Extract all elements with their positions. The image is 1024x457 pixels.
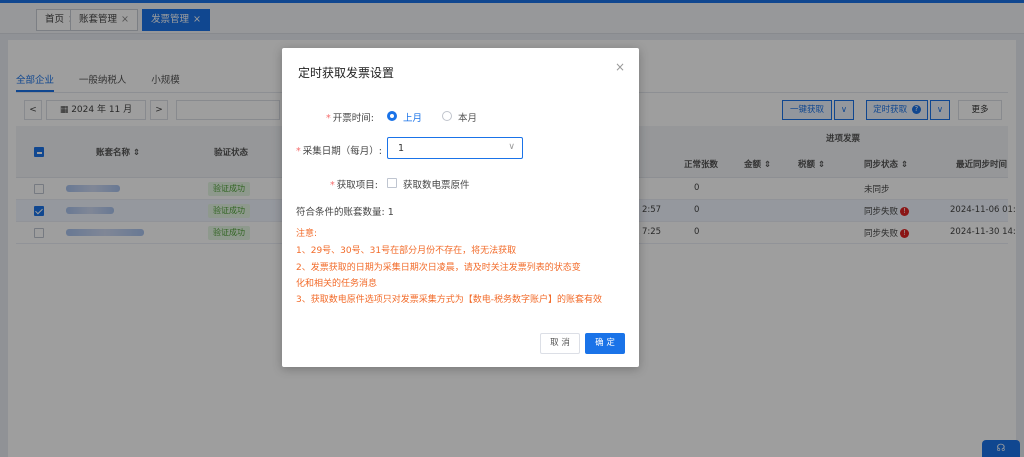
fetch-item-label: * 获取项目: [330, 180, 378, 191]
note-line: 化和相关的任务消息 [296, 279, 378, 289]
note-line: 3、获取数电原件选项只对发票采集方式为【数电-税务数字账户】的账套有效 [296, 295, 602, 305]
cancel-button[interactable]: 取 消 [540, 333, 580, 354]
scheduled-fetch-dialog: 定时获取发票设置 × * 开票时间: 上月 本月 * 采集日期（每月）: 1 ∨ *… [282, 48, 639, 367]
radio-this-month[interactable] [442, 111, 452, 121]
confirm-button[interactable]: 确 定 [585, 333, 625, 354]
invoice-time-label: * 开票时间: [326, 113, 374, 124]
close-icon[interactable]: × [615, 60, 625, 74]
note-line: 1、29号、30号、31号在部分月份不存在，将无法获取 [296, 246, 517, 256]
radio-last-month[interactable] [387, 111, 397, 121]
fetch-original-checkbox[interactable] [387, 178, 397, 188]
fetch-original-label[interactable]: 获取数电票原件 [403, 177, 470, 191]
collect-day-select[interactable]: 1 ∨ [387, 137, 523, 159]
note-title: 注意: [296, 229, 318, 239]
radio-last-month-label[interactable]: 上月 [403, 110, 422, 124]
collect-day-label: * 采集日期（每月）: [296, 146, 382, 157]
radio-this-month-label[interactable]: 本月 [458, 110, 477, 124]
chevron-down-icon: ∨ [508, 142, 515, 152]
note-line: 2、发票获取的日期为采集日期次日凌晨，请及时关注发票列表的状态变 [296, 263, 581, 273]
matched-count: 符合条件的账套数量: 1 [296, 207, 394, 218]
dialog-title: 定时获取发票设置 [298, 66, 395, 80]
